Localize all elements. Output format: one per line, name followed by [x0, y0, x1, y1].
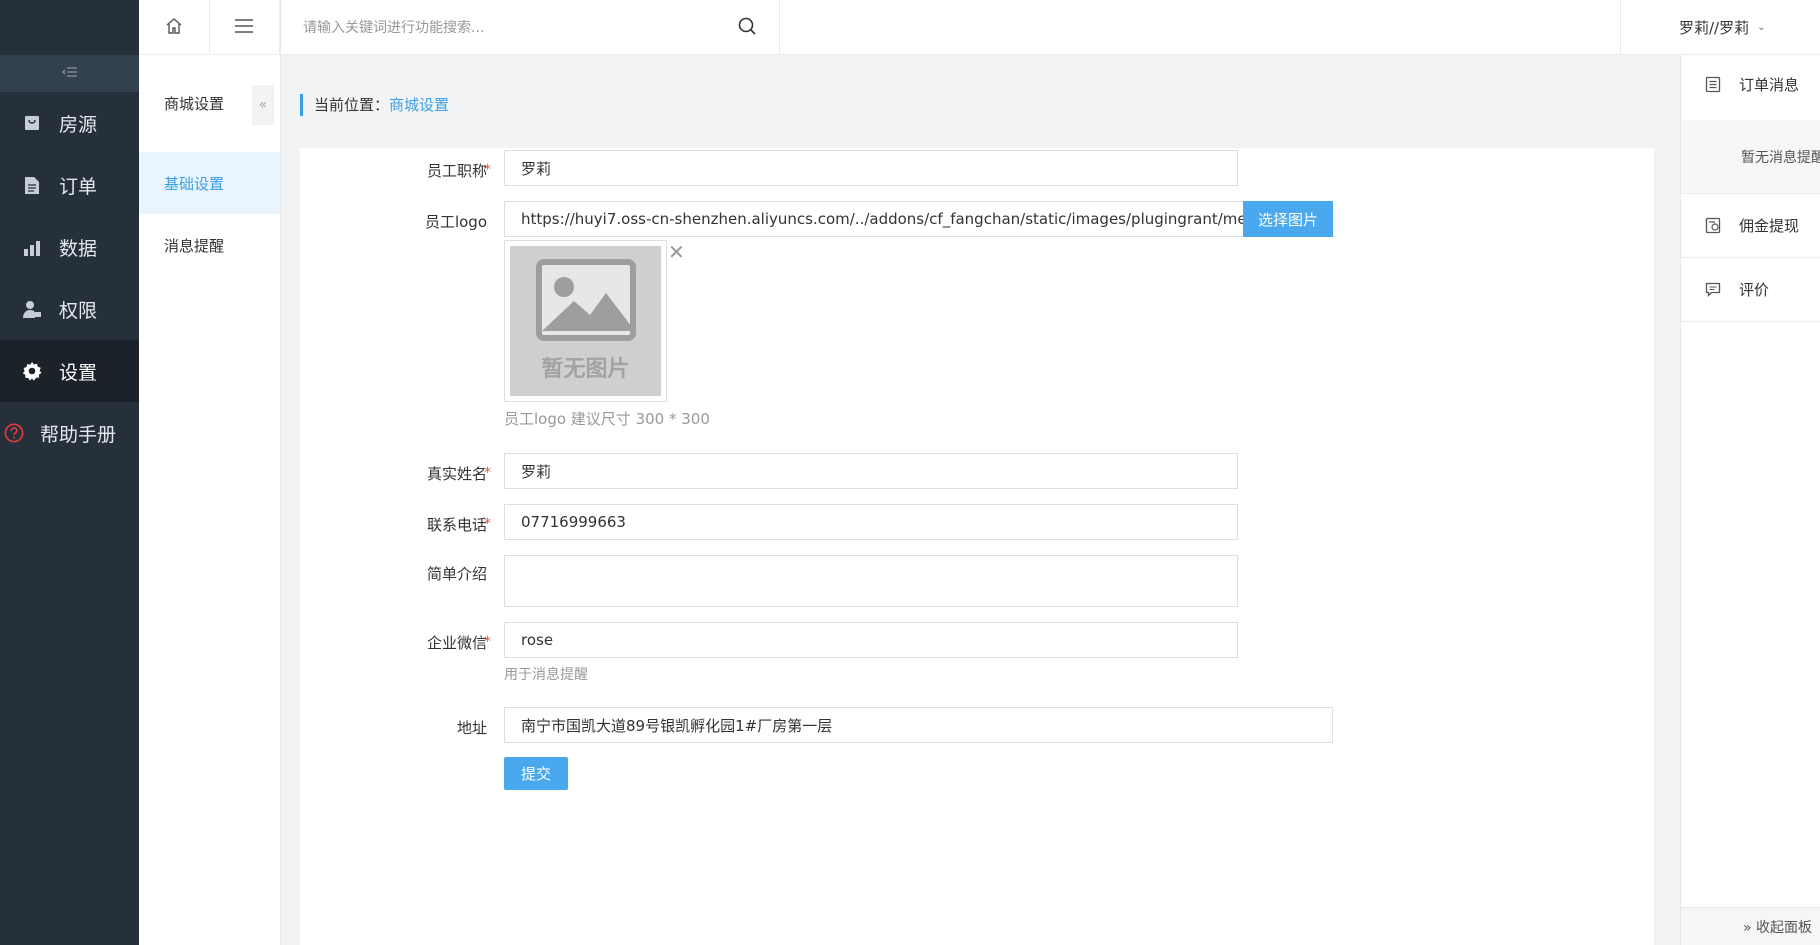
- choose-image-button[interactable]: 选择图片: [1243, 201, 1333, 237]
- remove-image-icon[interactable]: ✕: [668, 240, 685, 264]
- top-bar: 罗莉//罗莉 ⌄: [281, 0, 1820, 55]
- breadcrumb-prefix: 当前位置：: [314, 96, 390, 114]
- sidebar-item-label: 房源: [59, 113, 98, 136]
- chevron-down-icon: ⌄: [1757, 22, 1766, 33]
- search-input[interactable]: [303, 19, 723, 36]
- wallet-icon: [1705, 217, 1721, 234]
- document-icon: [22, 175, 42, 195]
- subnav-fold-button[interactable]: «: [252, 85, 274, 125]
- subnav-item-message-reminder[interactable]: 消息提醒: [139, 214, 280, 276]
- realname-value: 罗莉: [521, 462, 552, 481]
- choose-image-label: 选择图片: [1257, 210, 1318, 229]
- search-icon[interactable]: [737, 16, 757, 40]
- address-field[interactable]: 南宁市国凯大道89号银凯孵化园1#厂房第一层: [504, 707, 1333, 743]
- logo-label: 员工logo: [424, 213, 487, 231]
- sidebar-item-listings[interactable]: 房源: [0, 92, 139, 154]
- settings-form-panel: 员工职称 * 罗莉 员工logo https://huyi7.oss-cn-sh…: [300, 148, 1654, 945]
- bar-chart-icon: [22, 237, 42, 257]
- realname-field[interactable]: 罗莉: [504, 453, 1238, 489]
- help-circle-icon: [4, 423, 24, 443]
- subnav-item-label: 基础设置: [164, 174, 225, 193]
- order-messages-label: 订单消息: [1739, 75, 1800, 94]
- top-icon-cells: [139, 0, 280, 55]
- title-label: 员工职称: [426, 162, 487, 180]
- gear-icon: [22, 361, 42, 381]
- realname-label: 真实姓名: [426, 465, 487, 483]
- main-sidebar: 房源 订单 数据 权限 设置 帮助手册: [0, 0, 139, 945]
- user-menu[interactable]: 罗莉//罗莉 ⌄: [1620, 0, 1820, 55]
- sidebar-item-permissions[interactable]: 权限: [0, 278, 139, 340]
- collapse-panel-button[interactable]: » 收起面板: [1681, 907, 1820, 945]
- logo-placeholder: 暂无图片: [510, 246, 661, 396]
- required-mark: *: [484, 465, 491, 481]
- phone-field[interactable]: 07716999663: [504, 504, 1238, 540]
- address-value: 南宁市国凯大道89号银凯孵化园1#厂房第一层: [521, 716, 833, 735]
- review-item[interactable]: 评价: [1681, 258, 1820, 322]
- home-button[interactable]: [139, 0, 210, 55]
- sidebar-item-label: 帮助手册: [40, 423, 117, 446]
- breadcrumb: 当前位置：商城设置: [300, 94, 449, 116]
- wechat-hint: 用于消息提醒: [504, 667, 588, 683]
- no-messages-text: 暂无消息提醒: [1741, 149, 1820, 166]
- intro-label: 简单介绍: [426, 565, 487, 583]
- submit-button[interactable]: 提交: [504, 757, 568, 790]
- double-chevron-left-icon: «: [258, 97, 268, 113]
- phone-label: 联系电话: [426, 516, 487, 534]
- image-placeholder-icon: [535, 259, 636, 345]
- breadcrumb-link[interactable]: 商城设置: [389, 96, 449, 114]
- phone-value: 07716999663: [521, 513, 626, 531]
- bag-icon: [22, 113, 42, 133]
- home-icon: [165, 17, 183, 39]
- wechat-label: 企业微信: [426, 634, 487, 652]
- subnav-title-text: 商城设置: [164, 95, 225, 113]
- wechat-field[interactable]: rose: [504, 622, 1238, 658]
- no-messages-notice: 暂无消息提醒: [1681, 120, 1820, 194]
- review-label: 评价: [1739, 281, 1770, 299]
- comment-icon: [1705, 282, 1721, 297]
- hamburger-menu-icon: [235, 18, 254, 37]
- user-lock-icon: [22, 299, 42, 319]
- title-field-value: 罗莉: [521, 159, 552, 178]
- sidebar-item-help[interactable]: 帮助手册: [0, 402, 139, 464]
- wechat-value: rose: [521, 631, 554, 649]
- title-field[interactable]: 罗莉: [504, 150, 1238, 186]
- subnav-item-basic-settings[interactable]: 基础设置: [139, 152, 280, 214]
- right-notification-panel: 订单消息 暂无消息提醒 佣金提现 评价 » 收起面板: [1680, 55, 1820, 945]
- menu-button[interactable]: [210, 0, 280, 55]
- commission-label: 佣金提现: [1739, 217, 1800, 235]
- intro-textarea[interactable]: [504, 555, 1238, 607]
- logo-preview: 暂无图片: [504, 240, 667, 402]
- logo-url-field[interactable]: https://huyi7.oss-cn-shenzhen.aliyuncs.c…: [504, 201, 1244, 237]
- logo-url-value: https://huyi7.oss-cn-shenzhen.aliyuncs.c…: [521, 210, 1243, 228]
- submit-label: 提交: [520, 765, 551, 783]
- sub-navigation: 商城设置 « 基础设置 消息提醒: [139, 0, 281, 945]
- commission-withdraw-item[interactable]: 佣金提现: [1681, 194, 1820, 258]
- logo-area: [0, 0, 139, 55]
- search-box: [281, 0, 780, 55]
- order-messages-header[interactable]: 订单消息: [1681, 64, 1820, 104]
- subnav-item-label: 消息提醒: [164, 236, 225, 255]
- sidebar-collapse-button[interactable]: [0, 55, 139, 92]
- sidebar-item-label: 设置: [59, 361, 98, 384]
- sidebar-item-label: 数据: [59, 237, 98, 260]
- sidebar-item-label: 权限: [59, 299, 98, 322]
- menu-fold-icon: [61, 66, 78, 82]
- sidebar-item-settings[interactable]: 设置: [0, 340, 139, 402]
- sidebar-item-orders[interactable]: 订单: [0, 154, 139, 216]
- no-image-text: 暂无图片: [541, 357, 630, 382]
- required-mark: *: [484, 516, 491, 532]
- sidebar-item-label: 订单: [59, 175, 98, 198]
- subnav-title: 商城设置 «: [139, 55, 280, 152]
- sidebar-item-data[interactable]: 数据: [0, 216, 139, 278]
- logo-hint: 员工logo 建议尺寸 300 * 300: [504, 410, 710, 428]
- address-label: 地址: [456, 719, 487, 737]
- list-document-icon: [1705, 76, 1721, 93]
- collapse-panel-label: » 收起面板: [1743, 919, 1813, 936]
- required-mark: *: [484, 162, 491, 178]
- user-name: 罗莉//罗莉: [1679, 19, 1750, 37]
- required-mark: *: [484, 634, 491, 650]
